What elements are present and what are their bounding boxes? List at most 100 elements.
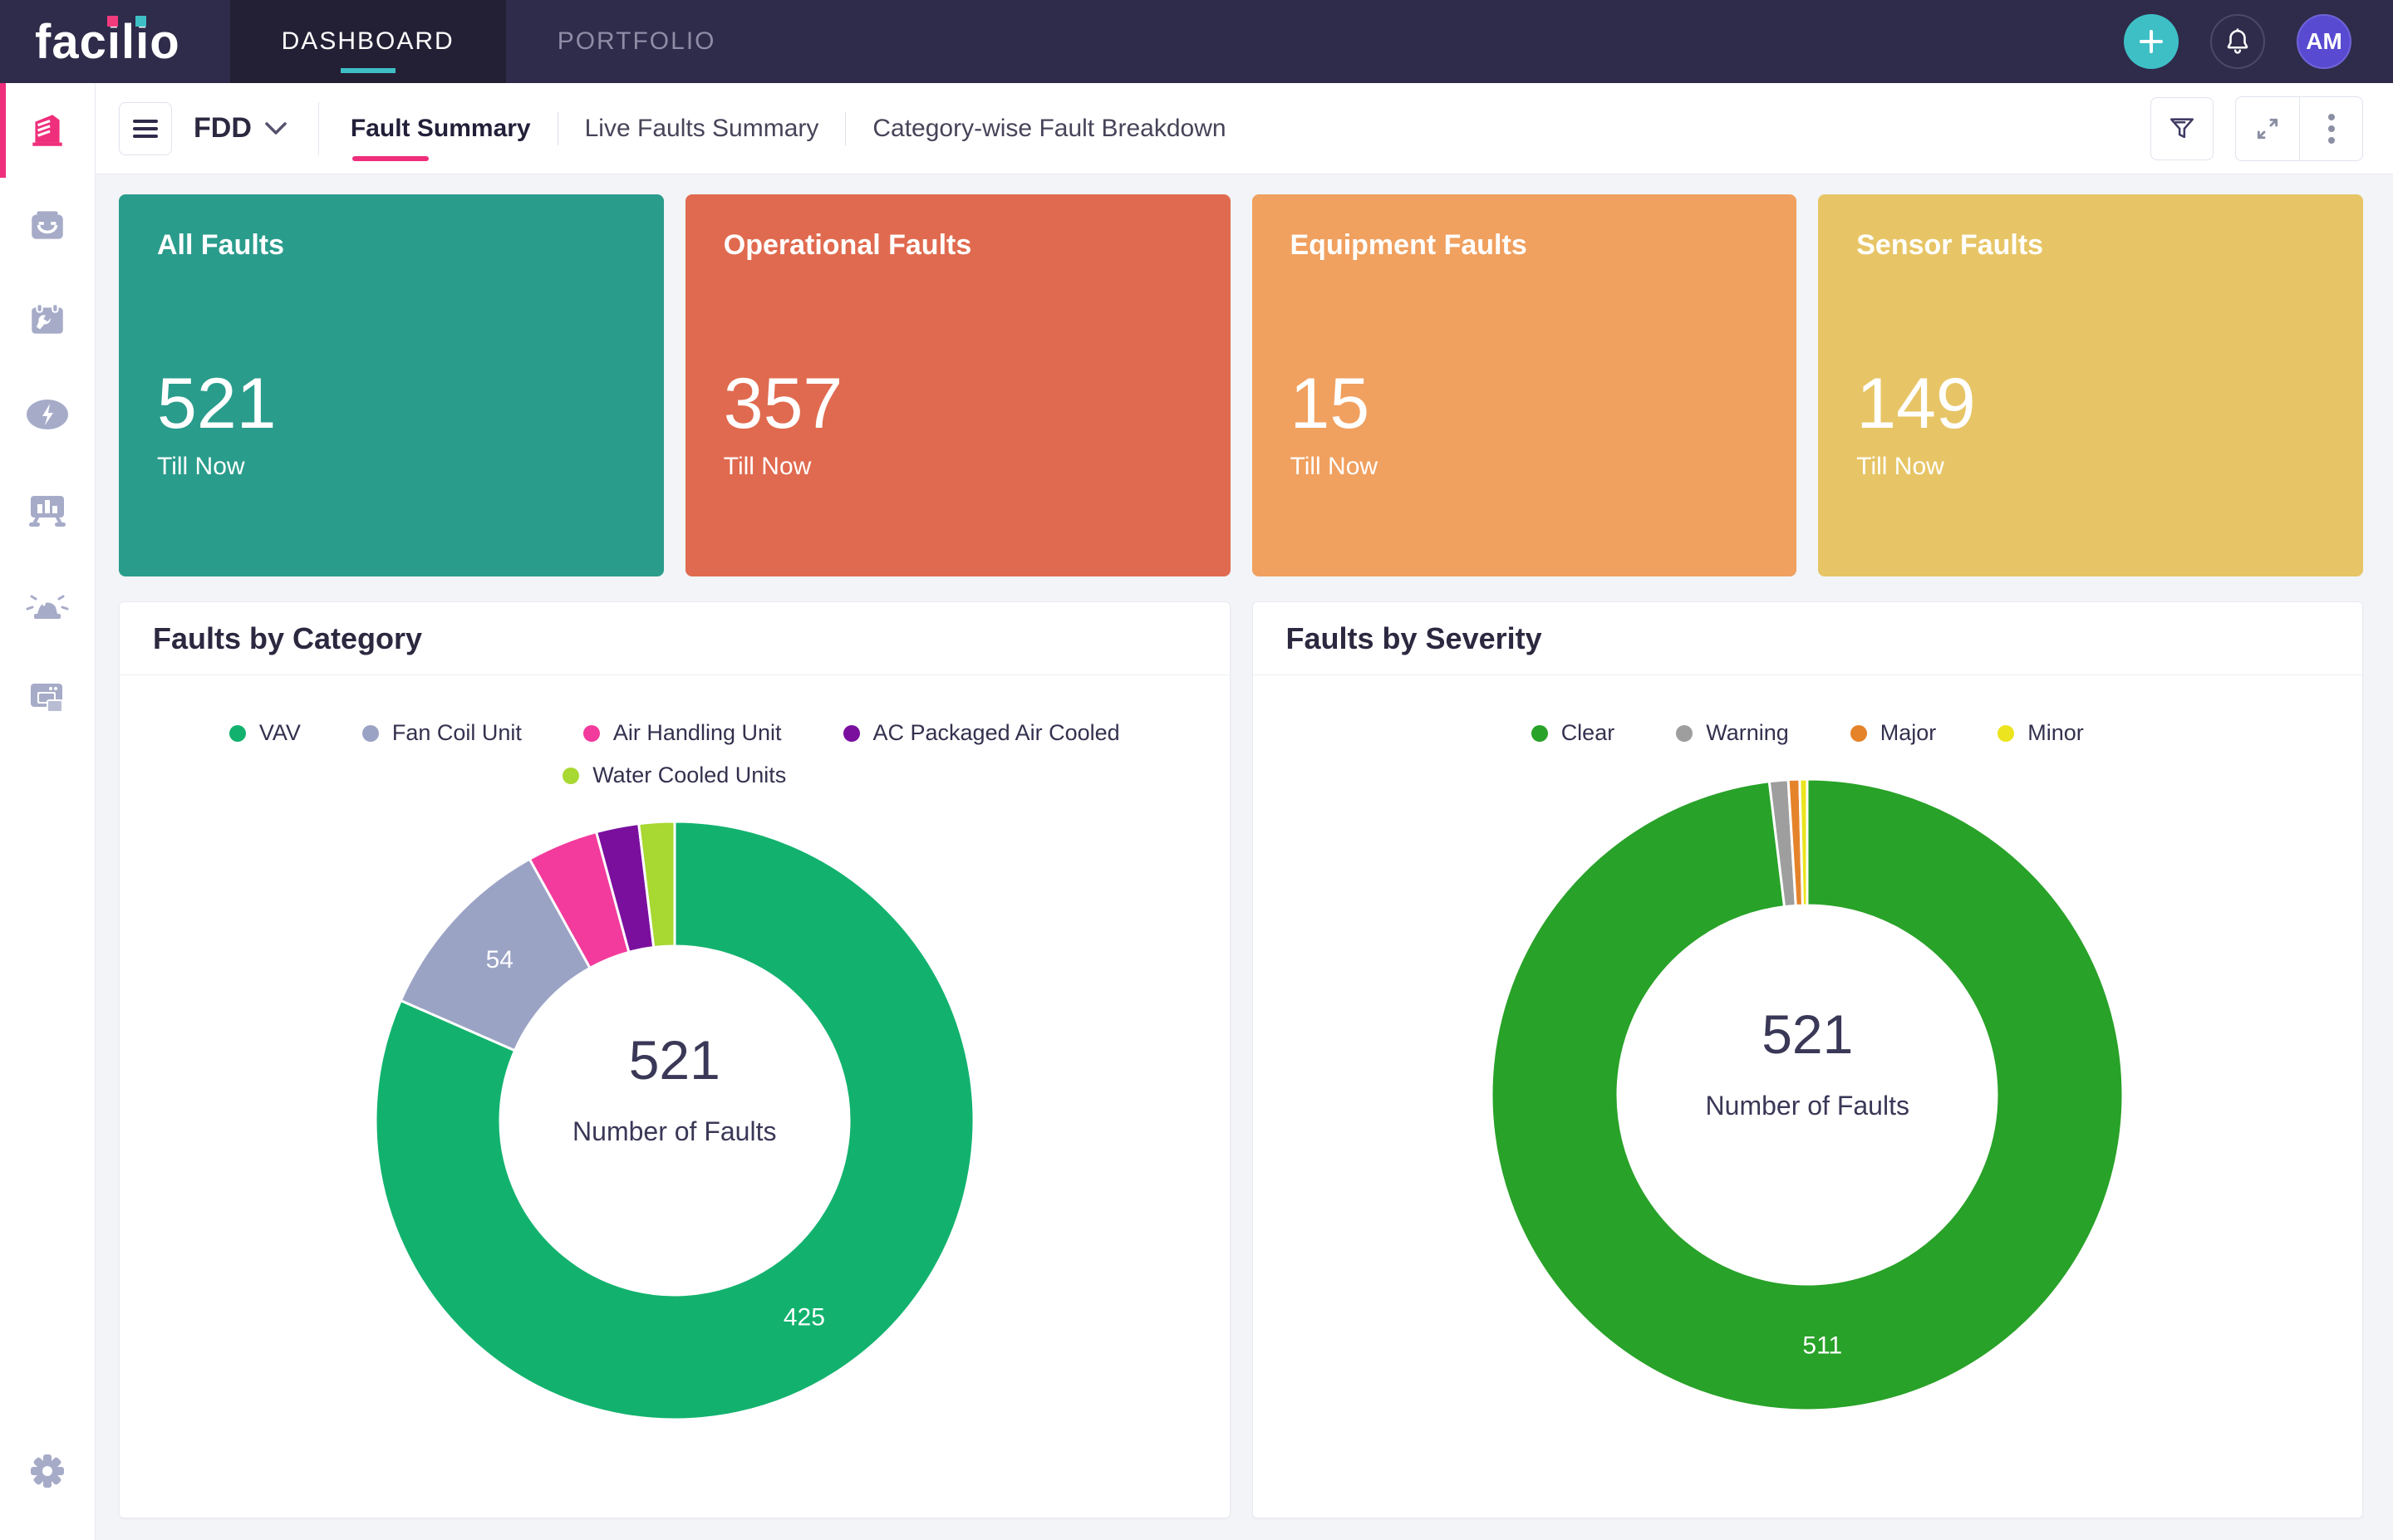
stat-card-all-faults: All Faults 521 Till Now bbox=[119, 194, 664, 576]
legend-dot bbox=[583, 725, 600, 742]
bell-icon bbox=[2223, 27, 2252, 56]
stat-card-value: 521 bbox=[157, 368, 626, 439]
legend-label: Fan Coil Unit bbox=[392, 720, 522, 746]
stat-card-title: Equipment Faults bbox=[1290, 229, 1759, 262]
sidebar-item-inbox[interactable] bbox=[0, 178, 95, 272]
legend-dot bbox=[229, 725, 246, 742]
slice-value-label: 425 bbox=[784, 1303, 825, 1331]
panel-title: Faults by Severity bbox=[1253, 602, 2363, 675]
sidebar-item-maintenance[interactable] bbox=[0, 272, 95, 367]
user-avatar[interactable]: AM bbox=[2297, 14, 2351, 69]
legend-dot bbox=[1997, 725, 2014, 742]
stat-card-equipment-faults: Equipment Faults 15 Till Now bbox=[1252, 194, 1797, 576]
maintenance-calendar-icon bbox=[27, 299, 68, 341]
sidebar-item-alarms[interactable] bbox=[0, 557, 95, 651]
severity-chart-legend: Clear Warning Major Minor bbox=[1531, 720, 2084, 746]
sidebar-item-dashboards[interactable] bbox=[0, 462, 95, 557]
stat-card-title: Operational Faults bbox=[724, 229, 1192, 262]
fullscreen-button[interactable] bbox=[2236, 97, 2299, 160]
tab-category-wise-fault-breakdown[interactable]: Category-wise Fault Breakdown bbox=[872, 83, 1226, 174]
create-button[interactable] bbox=[2124, 14, 2179, 69]
top-navbar: facilio DASHBOARD PORTFOLIO AM bbox=[0, 0, 2393, 83]
legend-dot bbox=[843, 725, 860, 742]
settings-gear-icon bbox=[27, 1451, 67, 1491]
legend-item[interactable]: Clear bbox=[1531, 720, 1615, 746]
sidebar-item-apps[interactable] bbox=[0, 651, 95, 746]
legend-label: AC Packaged Air Cooled bbox=[873, 720, 1120, 746]
stat-cards-row: All Faults 521 Till Now Operational Faul… bbox=[119, 194, 2363, 576]
navbar-actions: AM bbox=[2124, 14, 2393, 69]
stat-card-value: 15 bbox=[1290, 368, 1759, 439]
stat-card-subtitle: Till Now bbox=[157, 453, 626, 481]
dashboard-content: All Faults 521 Till Now Operational Faul… bbox=[96, 174, 2393, 1540]
category-donut-chart: 42554 521 Number of Faults bbox=[367, 813, 982, 1432]
category-chart-legend: VAV Fan Coil Unit Air Handling Unit AC Pack… bbox=[120, 720, 1230, 788]
app-sidebar bbox=[0, 83, 96, 1540]
legend-label: Minor bbox=[2027, 720, 2084, 746]
chevron-down-icon bbox=[265, 122, 287, 135]
legend-label: VAV bbox=[259, 720, 301, 746]
sidebar-item-portfolio-home[interactable] bbox=[0, 83, 95, 178]
energy-bolt-icon bbox=[26, 397, 69, 432]
expand-icon bbox=[2254, 115, 2281, 142]
legend-dot bbox=[1531, 725, 1548, 742]
stat-card-operational-faults: Operational Faults 357 Till Now bbox=[685, 194, 1231, 576]
legend-label: Warning bbox=[1706, 720, 1789, 746]
legend-item[interactable]: Minor bbox=[1997, 720, 2084, 746]
panel-faults-by-severity: Faults by Severity Clear Warning Major Mino… bbox=[1252, 601, 2364, 1518]
toolbar-divider bbox=[318, 102, 319, 155]
legend-dot bbox=[1850, 725, 1867, 742]
dashboard-folder-dropdown[interactable]: FDD bbox=[194, 112, 287, 145]
legend-dot bbox=[362, 725, 379, 742]
legend-label: Air Handling Unit bbox=[613, 720, 782, 746]
slice-value-label: 54 bbox=[485, 946, 513, 974]
building-icon bbox=[27, 110, 68, 151]
stat-card-subtitle: Till Now bbox=[724, 453, 1192, 481]
legend-item[interactable]: VAV bbox=[229, 720, 301, 746]
alarm-icon bbox=[26, 584, 69, 624]
tab-live-faults-summary[interactable]: Live Faults Summary bbox=[585, 83, 819, 174]
stat-card-subtitle: Till Now bbox=[1856, 453, 2325, 481]
hamburger-icon bbox=[133, 119, 158, 139]
dashboard-board-icon bbox=[26, 488, 69, 530]
dashboard-tabs: Fault Summary Live Faults Summary Catego… bbox=[351, 83, 1226, 174]
legend-label: Clear bbox=[1561, 720, 1615, 746]
facilio-logo[interactable]: facilio bbox=[0, 14, 230, 70]
stat-card-subtitle: Till Now bbox=[1290, 453, 1759, 481]
panel-title: Faults by Category bbox=[120, 602, 1230, 675]
slice-value-label: 511 bbox=[1803, 1332, 1843, 1359]
tab-separator bbox=[845, 112, 846, 145]
sidebar-item-settings[interactable] bbox=[0, 1424, 95, 1518]
sidebar-item-energy[interactable] bbox=[0, 367, 95, 462]
notifications-button[interactable] bbox=[2210, 14, 2265, 69]
legend-item[interactable]: Major bbox=[1850, 720, 1937, 746]
filter-button[interactable] bbox=[2150, 97, 2214, 160]
panel-faults-by-category: Faults by Category VAV Fan Coil Unit Air H… bbox=[119, 601, 1231, 1518]
dashboard-list-button[interactable] bbox=[119, 102, 172, 155]
legend-item[interactable]: Fan Coil Unit bbox=[362, 720, 522, 746]
nav-tab-dashboard[interactable]: DASHBOARD bbox=[230, 0, 506, 83]
legend-item[interactable]: Warning bbox=[1676, 720, 1789, 746]
stat-card-title: All Faults bbox=[157, 229, 626, 262]
legend-dot bbox=[563, 768, 579, 784]
kebab-menu-icon bbox=[2327, 113, 2336, 145]
chart-panels-row: Faults by Category VAV Fan Coil Unit Air H… bbox=[119, 601, 2363, 1518]
severity-donut-chart: 511 521 Number of Faults bbox=[1483, 771, 2131, 1423]
legend-item[interactable]: Water Cooled Units bbox=[563, 763, 786, 788]
dashboard-toolbar: FDD Fault Summary Live Faults Summary Ca… bbox=[96, 83, 2393, 174]
stat-card-title: Sensor Faults bbox=[1856, 229, 2325, 262]
apps-windows-icon bbox=[26, 679, 69, 719]
legend-item[interactable]: Air Handling Unit bbox=[583, 720, 782, 746]
plus-icon bbox=[2138, 28, 2165, 55]
stat-card-sensor-faults: Sensor Faults 149 Till Now bbox=[1818, 194, 2363, 576]
legend-item[interactable]: AC Packaged Air Cooled bbox=[843, 720, 1120, 746]
dashboard-folder-label: FDD bbox=[194, 112, 252, 145]
filter-icon bbox=[2168, 115, 2196, 143]
inbox-icon bbox=[27, 204, 68, 246]
nav-tab-portfolio[interactable]: PORTFOLIO bbox=[506, 0, 768, 83]
more-options-button[interactable] bbox=[2299, 97, 2362, 160]
tab-fault-summary[interactable]: Fault Summary bbox=[351, 83, 531, 174]
legend-label: Water Cooled Units bbox=[592, 763, 786, 788]
legend-label: Major bbox=[1880, 720, 1937, 746]
stat-card-value: 357 bbox=[724, 368, 1192, 439]
